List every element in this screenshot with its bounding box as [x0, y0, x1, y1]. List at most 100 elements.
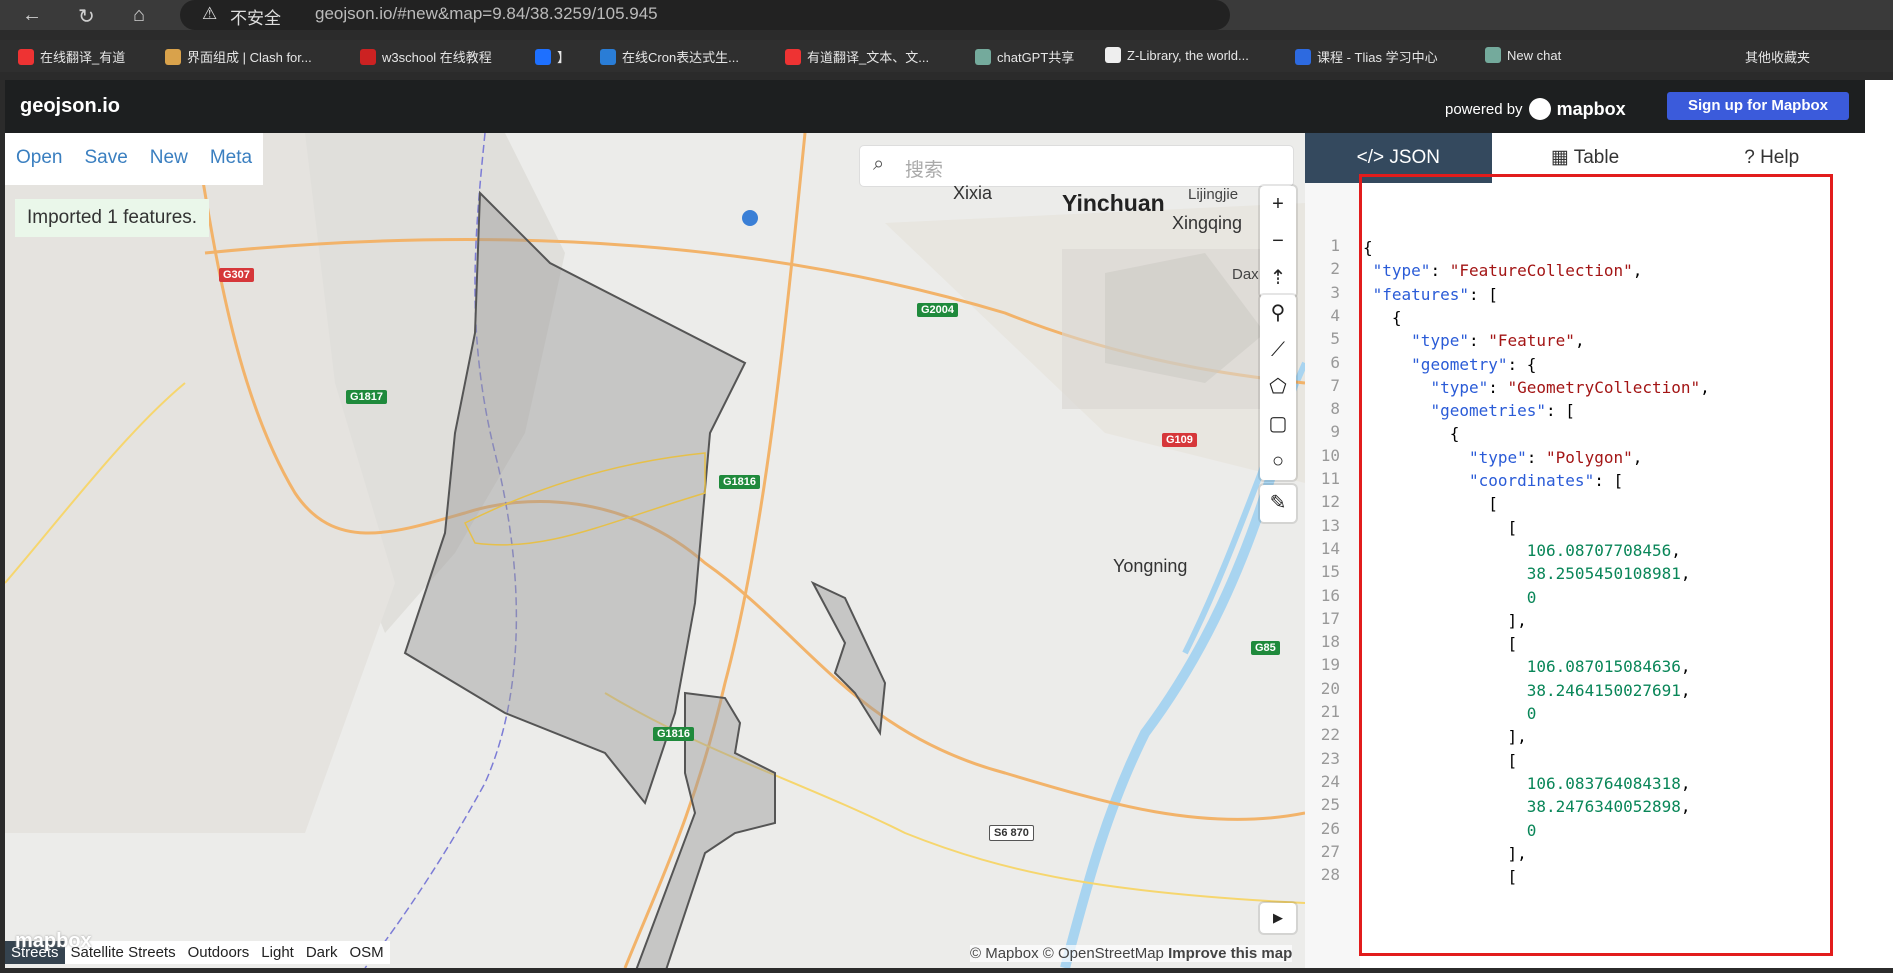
- bookmark-item[interactable]: 】: [535, 47, 570, 66]
- line-number: 12: [1320, 492, 1340, 512]
- bookmark-label: 在线翻译_有道: [40, 50, 126, 65]
- bookmark-label: w3school 在线教程: [382, 50, 492, 65]
- line-number: 17: [1320, 608, 1340, 628]
- line-number: 7: [1330, 375, 1340, 395]
- open-button[interactable]: Open: [5, 133, 73, 185]
- line-gutter: 1 2 3 4 5 6 7 8 9 10 11 12 13 14 15 16 17 18 19 20 21 22 23 24 2…: [1305, 183, 1360, 968]
- collapse-panel-button[interactable]: ▶: [1260, 903, 1296, 933]
- import-message: Imported 1 features.: [15, 199, 210, 237]
- help-icon: ?: [1744, 147, 1761, 168]
- line-number: 27: [1320, 841, 1340, 861]
- shield-g85: G85: [1251, 641, 1280, 655]
- bookmark-favicon-icon: [975, 48, 991, 65]
- bookmark-favicon-icon: [785, 48, 801, 65]
- edit-toolbar: ✎: [1260, 485, 1296, 522]
- bookmark-item[interactable]: 在线翻译_有道: [18, 47, 125, 66]
- line-number: 5: [1330, 329, 1340, 349]
- code-icon: </>: [1356, 147, 1390, 168]
- bookmark-label: Z-Library, the world...: [1127, 47, 1249, 63]
- app-header: geojson.io powered by mapbox Sign up for…: [5, 80, 1865, 133]
- address-bar[interactable]: ⚠ 不安全 geojson.io/#new&map=9.84/38.3259/1…: [180, 0, 1230, 30]
- attribution-mapbox[interactable]: © Mapbox: [970, 945, 1039, 962]
- home-icon[interactable]: ⌂: [133, 4, 145, 27]
- line-number: 10: [1320, 445, 1340, 465]
- powered-by[interactable]: powered by mapbox: [1445, 98, 1626, 120]
- bookmark-label: 有道翻译_文本、文...: [807, 50, 930, 65]
- bookmark-favicon-icon: [165, 48, 181, 65]
- bookmark-item[interactable]: 在线Cron表达式生...: [600, 47, 739, 66]
- browser-toolbar: ← ↻ ⌂ ⚠ 不安全 geojson.io/#new&map=9.84/38.…: [0, 0, 1893, 30]
- line-number: 13: [1320, 515, 1340, 535]
- map-canvas[interactable]: Open Save New Meta Imported 1 features. …: [5, 133, 1305, 968]
- url-text[interactable]: geojson.io/#new&map=9.84/38.3259/105.945: [315, 4, 658, 24]
- table-icon: ▦: [1550, 147, 1574, 168]
- line-number: 14: [1320, 538, 1340, 558]
- back-icon[interactable]: ←: [22, 4, 42, 27]
- search-box[interactable]: ⌕ 搜索: [860, 146, 1293, 186]
- line-number: 1: [1330, 236, 1340, 255]
- line-number: 22: [1320, 725, 1340, 745]
- line-number: 24: [1320, 771, 1340, 791]
- line-number: 6: [1330, 352, 1340, 372]
- line-number: 8: [1330, 399, 1340, 419]
- map-label-dax: Dax: [1232, 266, 1259, 283]
- search-placeholder: 搜索: [905, 160, 944, 181]
- layer-osm[interactable]: OSM: [344, 941, 390, 964]
- bookmarks-bar: 在线翻译_有道 界面组成 | Clash for... w3school 在线教程 】…: [0, 40, 1893, 72]
- layer-outdoors[interactable]: Outdoors: [182, 941, 256, 964]
- improve-map-link[interactable]: Improve this map: [1168, 945, 1292, 962]
- mapbox-watermark[interactable]: mapbox: [15, 930, 92, 953]
- line-number: 20: [1320, 678, 1340, 698]
- line-number: 16: [1320, 585, 1340, 605]
- save-button[interactable]: Save: [73, 133, 138, 185]
- bookmark-item[interactable]: 界面组成 | Clash for...: [165, 47, 312, 66]
- shield-g1816-south: G1816: [653, 727, 695, 741]
- signup-button[interactable]: Sign up for Mapbox: [1667, 92, 1849, 120]
- tab-table-label: Table: [1573, 147, 1620, 168]
- tab-json-label: JSON: [1389, 147, 1441, 168]
- bookmark-item[interactable]: Z-Library, the world...: [1105, 47, 1249, 63]
- circle-icon[interactable]: ○: [1260, 443, 1296, 480]
- bookmark-item[interactable]: 有道翻译_文本、文...: [785, 47, 929, 66]
- refresh-icon[interactable]: ↻: [78, 4, 95, 29]
- layer-light[interactable]: Light: [255, 941, 300, 964]
- shield-g1816: G1816: [719, 475, 761, 489]
- edit-icon[interactable]: ✎: [1260, 485, 1296, 522]
- zoom-out-button[interactable]: −: [1260, 223, 1296, 260]
- shield-g109: G109: [1162, 433, 1197, 447]
- bookmark-item[interactable]: New chat: [1485, 47, 1561, 63]
- play-icon: ▶: [1273, 910, 1283, 925]
- other-bookmarks[interactable]: 其他收藏夹: [1745, 47, 1810, 66]
- line-number: 28: [1320, 865, 1340, 885]
- line-number: 11: [1320, 469, 1340, 488]
- rectangle-icon[interactable]: ▢: [1260, 406, 1296, 443]
- polygon-icon[interactable]: ⬠: [1260, 369, 1296, 406]
- line-number: 18: [1320, 632, 1340, 652]
- layer-dark[interactable]: Dark: [300, 941, 344, 964]
- highlight-box: [1359, 174, 1833, 956]
- bookmark-favicon-icon: [18, 48, 34, 65]
- shield-s870: S6 870: [989, 825, 1034, 841]
- line-number: 3: [1330, 282, 1340, 302]
- compass-button[interactable]: ⇡: [1260, 260, 1296, 297]
- zoom-in-button[interactable]: +: [1260, 186, 1296, 223]
- bookmark-label: 界面组成 | Clash for...: [187, 50, 312, 65]
- bookmark-favicon-icon: [600, 48, 616, 65]
- bookmark-favicon-icon: [360, 48, 376, 65]
- attribution: © Mapbox © OpenStreetMap Improve this ma…: [970, 945, 1293, 962]
- map-label-yinchuan: Yinchuan: [1062, 190, 1165, 216]
- attribution-osm[interactable]: © OpenStreetMap: [1043, 945, 1164, 962]
- new-button[interactable]: New: [139, 133, 199, 185]
- bookmark-item[interactable]: chatGPT共享: [975, 47, 1074, 66]
- bookmark-item[interactable]: 课程 - Tlias 学习中心: [1295, 47, 1438, 66]
- bookmark-item[interactable]: w3school 在线教程: [360, 47, 492, 66]
- meta-button[interactable]: Meta: [199, 133, 263, 185]
- mapbox-logo-icon: [1528, 98, 1551, 120]
- app-logo[interactable]: geojson.io: [20, 95, 120, 118]
- shield-g307: G307: [219, 268, 254, 282]
- line-icon[interactable]: ⟋: [1260, 332, 1296, 369]
- marker-icon[interactable]: ⚲: [1260, 295, 1296, 332]
- line-number: 15: [1320, 562, 1340, 582]
- line-number: 19: [1320, 655, 1340, 675]
- zoom-controls: + − ⇡: [1260, 186, 1296, 297]
